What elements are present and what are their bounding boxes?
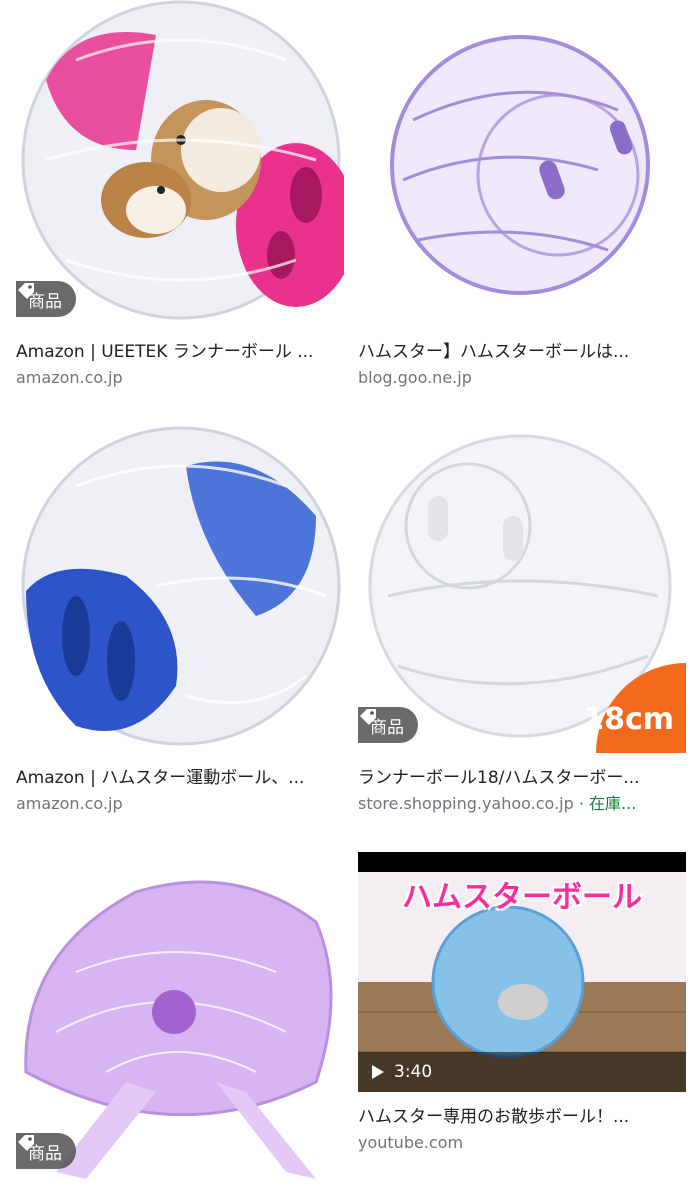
video-duration: 3:40 xyxy=(358,1052,686,1092)
flying-saucer-wheel-image xyxy=(16,852,344,1179)
result-title[interactable]: Amazon | ハムスター運動ボール、... xyxy=(16,767,344,789)
video-overlay-text: ハムスターボール xyxy=(402,880,642,915)
hamster-ball-blue-image xyxy=(16,426,344,753)
source-domain: store.shopping.yahoo.co.jp xyxy=(358,794,574,813)
tag-icon xyxy=(18,283,34,299)
result-title[interactable]: ハムスター】ハムスターボールは... xyxy=(358,341,686,363)
result-card[interactable]: 商品 Amazon | UEETEK ランナーボール ... amazon.co… xyxy=(16,0,344,388)
result-card[interactable]: 商品 xyxy=(16,852,344,1179)
result-thumbnail[interactable]: 商品 xyxy=(16,0,344,327)
stock-status: · 在庫... xyxy=(578,794,637,813)
result-source: amazon.co.jp xyxy=(16,368,123,387)
result-title[interactable]: ランナーボール18/ハムスターボー... xyxy=(358,767,686,789)
result-source: store.shopping.yahoo.co.jp · 在庫... xyxy=(358,794,686,814)
result-source: blog.goo.ne.jp xyxy=(358,368,472,387)
result-card[interactable]: ハムスターボール 3:40 ハムスター専用のお散歩ボール！... youtube… xyxy=(358,852,686,1153)
hamster-ball-pink-image xyxy=(16,0,344,327)
hamster-ball-purple-image xyxy=(358,0,686,327)
duration-label: 3:40 xyxy=(394,1062,433,1082)
tag-icon xyxy=(360,709,376,725)
result-source: youtube.com xyxy=(358,1133,464,1152)
tag-icon xyxy=(18,1135,34,1151)
result-thumbnail[interactable]: 商品 xyxy=(16,852,344,1179)
result-source: amazon.co.jp xyxy=(16,794,123,813)
result-thumbnail[interactable] xyxy=(358,0,686,327)
result-thumbnail[interactable]: 18cm 商品 xyxy=(358,426,686,753)
size-label: 18cm xyxy=(583,702,674,737)
result-card[interactable]: 18cm 商品 ランナーボール18/ハムスターボー... store.shopp… xyxy=(358,426,686,814)
result-card[interactable]: ハムスター】ハムスターボールは... blog.goo.ne.jp xyxy=(358,0,686,388)
product-badge: 商品 xyxy=(16,281,76,317)
product-badge: 商品 xyxy=(16,1133,76,1169)
play-icon xyxy=(372,1065,384,1079)
result-title[interactable]: Amazon | UEETEK ランナーボール ... xyxy=(16,341,344,363)
result-card[interactable]: Amazon | ハムスター運動ボール、... amazon.co.jp xyxy=(16,426,344,814)
product-badge: 商品 xyxy=(358,707,418,743)
video-thumbnail[interactable]: ハムスターボール 3:40 xyxy=(358,852,686,1092)
result-thumbnail[interactable] xyxy=(16,426,344,753)
result-title[interactable]: ハムスター専用のお散歩ボール！... xyxy=(358,1106,686,1128)
